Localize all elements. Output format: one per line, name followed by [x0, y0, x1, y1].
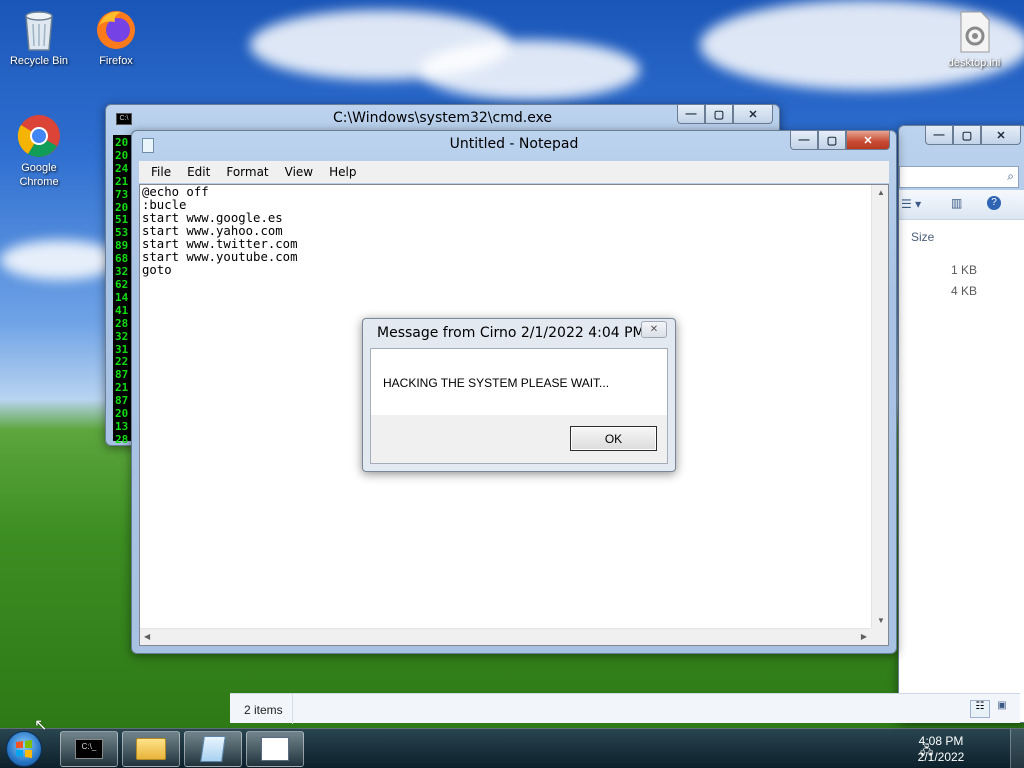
menubar: File Edit Format View Help: [139, 161, 889, 183]
search-input[interactable]: ⌕: [899, 166, 1019, 188]
taskbar: ↖ C:\_ 🖧 4:08 PM 2/1/2022: [0, 717, 1024, 768]
desktop-icon-label: desktop.ini: [947, 57, 1001, 69]
window-controls: — ▢ ✕: [790, 131, 890, 150]
clock-date: 2/1/2022: [917, 750, 965, 764]
menu-edit[interactable]: Edit: [179, 165, 218, 179]
item-count: 2 items: [244, 703, 283, 717]
editor-content: @echo off :bucle start www.google.es sta…: [142, 185, 298, 277]
vertical-scrollbar[interactable]: ▲ ▼: [871, 185, 888, 628]
scroll-right-icon[interactable]: ▶: [861, 632, 867, 641]
minimize-button[interactable]: —: [677, 105, 705, 124]
cloud: [0, 240, 120, 280]
scroll-left-icon[interactable]: ◀: [144, 632, 150, 641]
desktop-icon-desktop-ini[interactable]: desktop.ini: [936, 8, 1012, 70]
search-icon: ⌕: [1007, 169, 1014, 183]
explorer-window: — ▢ ✕ ⌕ ☰ ▾ ▥ ? Size 1 KB 4 KB: [898, 125, 1024, 723]
window-controls: — ▢ ✕: [925, 126, 1021, 145]
notepad-titlebar[interactable]: Untitled - Notepad: [132, 131, 896, 159]
explorer-statusbar: 2 items ☷ ▣: [230, 693, 1020, 724]
minimize-button[interactable]: —: [790, 131, 818, 150]
horizontal-scrollbar[interactable]: ◀ ▶: [140, 628, 871, 645]
help-icon[interactable]: ?: [987, 196, 1001, 210]
settings-file-icon: [951, 8, 997, 54]
console-text: 20 20 24 21 73 20 51 53 89 68 32 62 14 4…: [115, 136, 129, 446]
dialog-body: HACKING THE SYSTEM PLEASE WAIT... OK: [370, 348, 668, 464]
message-dialog: Message from Cirno 2/1/2022 4:04 PM ✕ HA…: [362, 318, 676, 472]
desktop-icon-label: Google Chrome: [19, 162, 59, 188]
file-size-cell: 1 KB: [950, 263, 977, 277]
window-title: Untitled - Notepad: [449, 136, 579, 152]
maximize-button[interactable]: ▢: [818, 131, 846, 150]
column-header-size[interactable]: Size: [899, 222, 1024, 250]
recycle-bin-icon: [16, 6, 62, 52]
desktop-icon-recycle-bin[interactable]: Recycle Bin: [1, 6, 77, 68]
menu-file[interactable]: File: [143, 165, 179, 179]
window-controls: — ▢ ✕: [677, 105, 773, 124]
taskbar-cmd-button[interactable]: C:\_: [60, 731, 118, 767]
maximize-button[interactable]: ▢: [705, 105, 733, 124]
taskbar-explorer-button[interactable]: [122, 731, 180, 767]
message-text: HACKING THE SYSTEM PLEASE WAIT...: [383, 376, 610, 390]
chrome-icon: [16, 113, 62, 159]
window-icon: [261, 737, 289, 761]
folder-icon: [136, 738, 166, 760]
desktop-icon-label: Firefox: [99, 55, 133, 67]
clock[interactable]: 4:08 PM 2/1/2022: [906, 733, 976, 765]
dialog-title: Message from Cirno 2/1/2022 4:04 PM: [377, 325, 645, 341]
taskbar-window-button[interactable]: [246, 731, 304, 767]
windows-logo-icon: [16, 740, 32, 758]
close-button[interactable]: ✕: [981, 126, 1021, 145]
menu-format[interactable]: Format: [218, 165, 276, 179]
maximize-button[interactable]: ▢: [953, 126, 981, 145]
scroll-down-icon[interactable]: ▼: [877, 616, 885, 625]
show-desktop-button[interactable]: [1010, 729, 1024, 768]
close-button[interactable]: ✕: [846, 131, 890, 150]
views-icon[interactable]: ☰ ▾: [901, 197, 921, 211]
message-area: HACKING THE SYSTEM PLEASE WAIT...: [371, 349, 667, 415]
clock-time: 4:08 PM: [918, 734, 964, 748]
close-button[interactable]: ✕: [733, 105, 773, 124]
column-label: Size: [911, 230, 935, 244]
menu-view[interactable]: View: [277, 165, 321, 179]
details-view-icon[interactable]: ☷: [970, 700, 990, 718]
cmd-icon: C:\_: [75, 739, 103, 759]
desktop-icon-label: Recycle Bin: [9, 55, 69, 67]
ok-button[interactable]: OK: [570, 426, 657, 451]
large-icons-view-icon[interactable]: ▣: [992, 700, 1012, 718]
divider: [292, 694, 293, 724]
start-button[interactable]: [6, 731, 42, 767]
cloud: [420, 40, 640, 100]
menu-help[interactable]: Help: [321, 165, 364, 179]
desktop-icon-google-chrome[interactable]: Google Chrome: [1, 113, 77, 189]
firefox-icon: [93, 6, 139, 52]
explorer-toolbar: ☰ ▾ ▥ ?: [899, 190, 1024, 220]
close-button[interactable]: ✕: [641, 321, 667, 338]
preview-pane-icon[interactable]: ▥: [951, 196, 962, 210]
scroll-up-icon[interactable]: ▲: [877, 188, 885, 197]
taskbar-notepad-button[interactable]: [184, 731, 242, 767]
size-grip[interactable]: [871, 628, 888, 645]
mouse-cursor-icon: ↖: [34, 717, 48, 734]
notepad-icon: [200, 736, 226, 762]
minimize-button[interactable]: —: [925, 126, 953, 145]
desktop-icon-firefox[interactable]: Firefox: [78, 6, 154, 68]
file-size-cell: 4 KB: [950, 284, 977, 298]
